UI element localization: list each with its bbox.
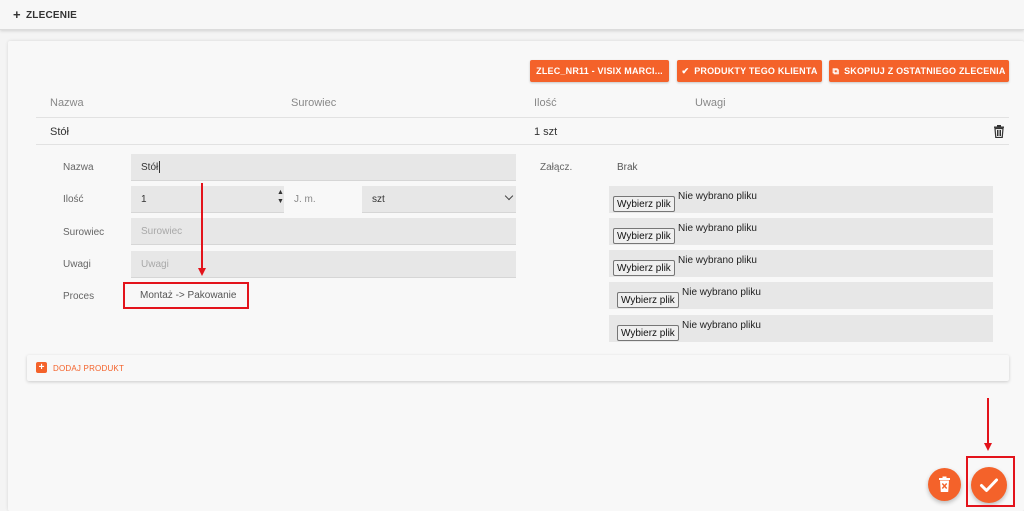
column-header-material: Surowiec — [291, 97, 337, 109]
file-status: Nie wybrano pliku — [682, 287, 761, 298]
text-caret — [159, 161, 161, 173]
process-label: Proces — [63, 291, 95, 302]
delete-icon — [939, 476, 950, 492]
choose-file-button[interactable]: Wybierz plik — [613, 196, 675, 212]
notes-placeholder: Uwagi — [141, 258, 169, 270]
file-upload-1: Wybierz plik Nie wybrano pliku — [609, 186, 993, 213]
add-product-button[interactable]: + DODAJ PRODUKT — [27, 355, 1009, 381]
choose-file-button[interactable]: Wybierz plik — [613, 228, 675, 244]
quantity-stepper[interactable]: 1 — [131, 186, 284, 213]
column-header-notes: Uwagi — [695, 97, 726, 109]
annotation-arrow-confirm — [987, 398, 989, 444]
copy-icon: ⧉ — [832, 65, 840, 76]
quantity-value: 1 — [141, 193, 147, 205]
trash-icon[interactable] — [993, 125, 1005, 138]
copy-last-order-label: SKOPIUJ Z OSTATNIEGO ZLECENIA — [844, 66, 1006, 76]
annotation-arrowhead-confirm — [984, 443, 992, 451]
add-product-label: DODAJ PRODUKT — [53, 364, 125, 373]
choose-file-button[interactable]: Wybierz plik — [613, 260, 675, 276]
copy-last-order-button[interactable]: ⧉ SKOPIUJ Z OSTATNIEGO ZLECENIA — [829, 60, 1009, 82]
order-select-button[interactable]: ZLEC_NR11 - VISIX MARCI... — [530, 60, 669, 82]
unit-select[interactable]: szt — [362, 186, 516, 213]
file-upload-4: Wybierz plik Nie wybrano pliku — [609, 282, 993, 309]
name-field-value: Stół — [141, 161, 159, 173]
client-products-label: PRODUKTY TEGO KLIENTA — [694, 66, 818, 76]
attachments-label: Załącz. — [540, 162, 573, 173]
name-label: Nazwa — [63, 162, 94, 173]
notes-label: Uwagi — [63, 259, 91, 270]
choose-file-button[interactable]: Wybierz plik — [617, 292, 679, 308]
row-divider — [36, 144, 1009, 145]
file-status: Nie wybrano pliku — [678, 223, 757, 234]
material-label: Surowiec — [63, 227, 105, 238]
annotation-arrowhead-process — [198, 268, 206, 276]
page-title: ZLECENIE — [26, 10, 78, 21]
material-placeholder: Surowiec — [141, 225, 183, 237]
annotation-box-confirm — [966, 456, 1015, 507]
order-select-label: ZLEC_NR11 - VISIX MARCI... — [536, 66, 663, 76]
file-status: Nie wybrano pliku — [678, 191, 757, 202]
plus-icon: + — [36, 362, 47, 373]
file-upload-5: Wybierz plik Nie wybrano pliku — [609, 315, 993, 342]
stepper-arrows-icon[interactable]: ▲ ▼ — [277, 188, 284, 206]
file-upload-2: Wybierz plik Nie wybrano pliku — [609, 218, 993, 245]
chevron-down-icon — [504, 191, 514, 201]
quantity-label: Ilość — [63, 194, 84, 205]
client-products-button[interactable]: ✔ PRODUKTY TEGO KLIENTA — [677, 60, 822, 82]
file-upload-3: Wybierz plik Nie wybrano pliku — [609, 250, 993, 277]
notes-field[interactable]: Uwagi — [131, 251, 516, 278]
header-divider — [36, 117, 1009, 118]
product-name: Stół — [50, 126, 69, 138]
top-bar: + ZLECENIE — [0, 0, 1024, 30]
discard-button[interactable] — [928, 468, 961, 501]
material-field[interactable]: Surowiec — [131, 218, 516, 245]
plus-icon[interactable]: + — [13, 8, 21, 21]
name-field[interactable]: Stół — [131, 154, 516, 181]
unit-value: szt — [372, 193, 385, 205]
product-quantity: 1 szt — [534, 126, 558, 138]
choose-file-button[interactable]: Wybierz plik — [617, 325, 679, 341]
annotation-box-process — [123, 282, 249, 309]
unit-label: J. m. — [294, 194, 316, 205]
attachments-value: Brak — [617, 162, 638, 173]
check-icon: ✔ — [681, 65, 690, 76]
column-header-name: Nazwa — [50, 97, 84, 109]
file-status: Nie wybrano pliku — [678, 255, 757, 266]
annotation-arrow-process — [201, 183, 203, 269]
column-header-quantity: Ilość — [534, 97, 557, 109]
file-status: Nie wybrano pliku — [682, 320, 761, 331]
